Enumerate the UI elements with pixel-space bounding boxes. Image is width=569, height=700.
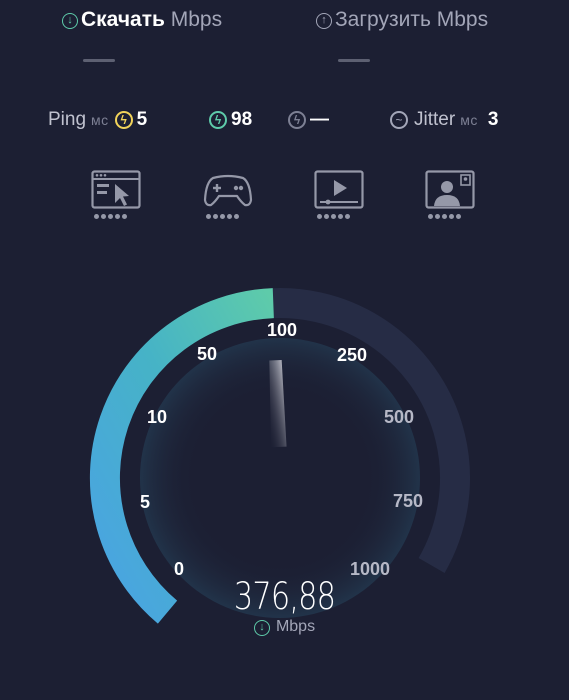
download-icon: ↓: [253, 620, 270, 636]
tab-download-indicator: [83, 59, 115, 62]
jitter-label: Jitter: [414, 109, 456, 130]
gauge-tick-6: 500: [384, 407, 414, 427]
gaming-controller-icon: [203, 174, 253, 207]
ping-upload-icon: ϟ: [209, 111, 227, 129]
video-call-icon: [425, 170, 475, 209]
ping-idle-stat: ϟ —: [288, 109, 329, 131]
web-browsing-icon: [91, 170, 141, 209]
tab-upload-label: Загрузить: [335, 8, 431, 31]
ping-download-value: 5: [136, 109, 148, 130]
tab-download-unit: Mbps: [170, 8, 223, 31]
ping-stat: Ping мс ϟ 5: [48, 109, 147, 131]
gauge-tick-4: 100: [267, 320, 297, 340]
gauge-tick-3: 50: [197, 344, 217, 364]
tab-download[interactable]: ↓ Скачать Mbps: [62, 8, 222, 32]
ping-idle-value: —: [310, 109, 329, 130]
ping-upload-stat: ϟ 98: [209, 109, 252, 131]
download-icon: ↓: [62, 13, 78, 29]
gauge-tick-7: 750: [393, 491, 423, 511]
tab-upload-indicator: [338, 59, 370, 62]
tab-upload[interactable]: ↑ Загрузить Mbps: [316, 8, 488, 32]
jitter-unit: мс: [460, 112, 478, 128]
tab-upload-unit: Mbps: [436, 8, 489, 31]
jitter-icon: ~: [390, 111, 408, 129]
speed-unit-row: ↓ Mbps: [0, 618, 569, 636]
ping-label: Ping: [48, 109, 87, 130]
gauge-tick-1: 5: [140, 492, 150, 512]
video-call-rating: [428, 214, 461, 219]
speed-unit: Mbps: [275, 618, 316, 635]
tab-download-label: Скачать: [81, 8, 165, 31]
video-streaming-icon: [314, 170, 364, 209]
jitter-stat: ~ Jitter мс 3: [390, 109, 498, 131]
gaming-rating: [206, 214, 239, 219]
ping-download-icon: ϟ: [114, 111, 133, 129]
jitter-value: 3: [487, 109, 499, 130]
web-browsing-rating: [94, 214, 127, 219]
ping-idle-icon: ϟ: [288, 111, 306, 129]
video-streaming-rating: [317, 214, 350, 219]
speed-value: 376,88: [233, 575, 336, 618]
upload-icon: ↑: [316, 13, 332, 29]
ping-unit: мс: [91, 112, 109, 128]
gauge-tick-2: 10: [147, 407, 167, 427]
gauge-tick-5: 250: [337, 345, 367, 365]
ping-upload-value: 98: [231, 109, 253, 130]
